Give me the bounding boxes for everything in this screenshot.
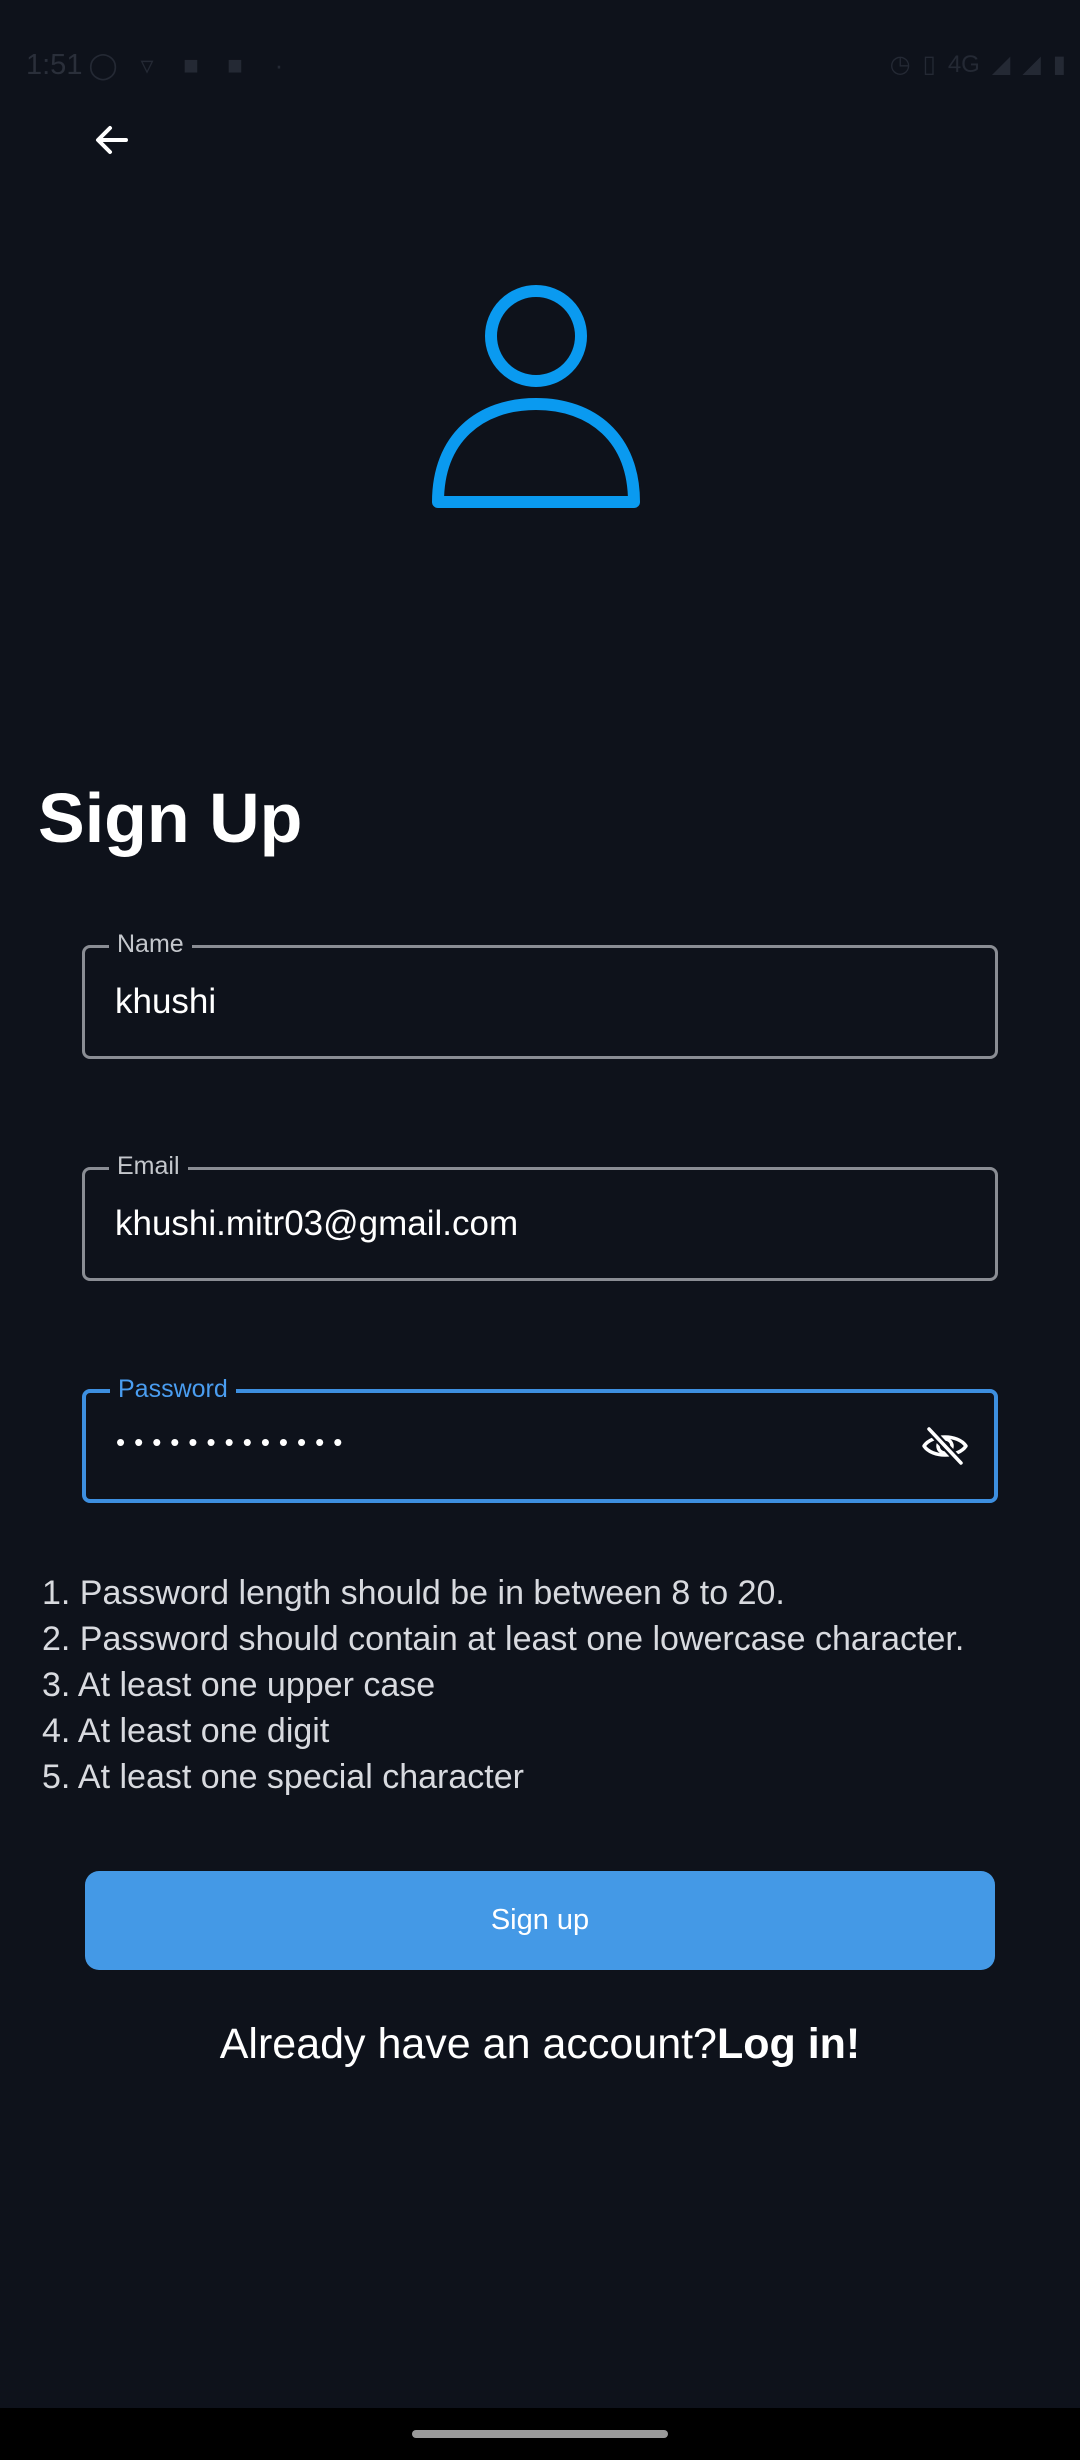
name-field[interactable]: Name khushi [82, 930, 998, 1059]
password-rule: 5. At least one special character [42, 1758, 524, 1796]
password-visibility-toggle[interactable] [918, 1419, 972, 1473]
signup-button[interactable]: Sign up [85, 1871, 995, 1970]
password-field[interactable]: Password ••••••••••••• [82, 1375, 998, 1503]
login-link[interactable]: Log in! [717, 2020, 860, 2068]
password-rule: 1. Password length should be in between … [42, 1574, 785, 1612]
system-icons: ◷ ▯ 4G ◢ ◢ ▮ [890, 50, 1066, 79]
alarm-icon: ◷ [889, 51, 911, 78]
status-time: 1:51 [26, 49, 83, 81]
back-button[interactable] [84, 112, 140, 168]
arrow-left-icon [96, 126, 128, 154]
password-rule: 3. At least one upper case [42, 1666, 436, 1704]
status-bar: 1:51 ◯ ▿ ■ ■ · ◷ ▯ 4G ◢ ◢ ▮ [0, 0, 1080, 130]
eye-off-icon [922, 1425, 968, 1467]
page-title: Sign Up [38, 779, 303, 857]
notification-icons: ◯ ▿ ■ ■ · [88, 50, 294, 80]
app-icon: ■ [183, 50, 199, 80]
email-field[interactable]: Email khushi.mitr03@gmail.com [82, 1152, 998, 1281]
home-indicator[interactable] [412, 2430, 668, 2438]
vibrate-icon: ▯ [922, 51, 936, 78]
network-type: 4G [947, 50, 980, 78]
name-field-value: khushi [115, 982, 217, 1021]
password-field-value: ••••••••••••• [116, 1426, 352, 1457]
login-prompt-text: Already have an account? [219, 2020, 717, 2068]
bug-icon: ▿ [140, 50, 154, 80]
email-field-value: khushi.mitr03@gmail.com [115, 1204, 519, 1243]
ui-icon: ■ [227, 50, 243, 80]
battery-icon: ▮ [1052, 51, 1066, 78]
navigation-bar [0, 2408, 1080, 2460]
signal-2-icon: ◢ [1022, 51, 1041, 78]
password-rules: 1. Password length should be in between … [42, 1570, 1062, 1800]
signal-icon: ◢ [991, 51, 1011, 78]
login-prompt: Already have an account?Log in! [0, 2020, 1080, 2069]
person-outline-icon [432, 285, 640, 508]
password-rule: 2. Password should contain at least one … [42, 1620, 965, 1658]
password-rule: 4. At least one digit [42, 1712, 330, 1750]
dot-icon: · [274, 50, 284, 80]
whatsapp-icon: ◯ [88, 50, 118, 80]
